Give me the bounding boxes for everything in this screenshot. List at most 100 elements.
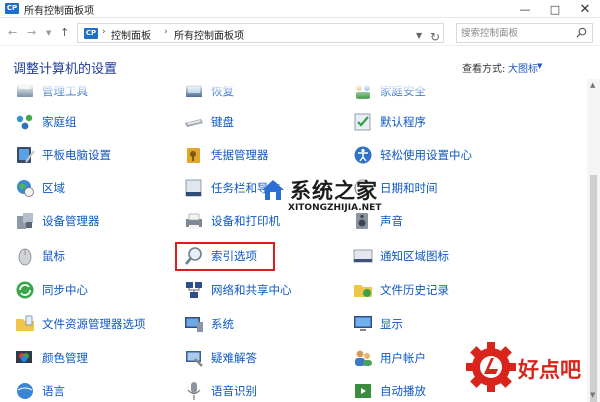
file-history-icon	[354, 285, 372, 297]
item-label: 文件历史记录	[380, 283, 449, 297]
administrative-tools-icon	[17, 84, 33, 97]
recent-dropdown-icon[interactable]: ▼	[46, 29, 51, 37]
control-panel-icon: CP	[5, 3, 19, 14]
item-mouse[interactable]: 鼠标	[14, 245, 65, 267]
item-label: 系统	[211, 317, 234, 331]
item-sync-center[interactable]: 同步中心	[14, 279, 88, 301]
taskbar-icon	[185, 179, 202, 197]
item-label: 平板电脑设置	[42, 148, 111, 162]
display-icon	[354, 316, 372, 331]
item-recovery[interactable]: 恢复	[183, 80, 234, 102]
item-file-history[interactable]: 文件历史记录	[352, 279, 449, 301]
color-management-icon	[16, 351, 32, 363]
search-input[interactable]	[461, 26, 571, 40]
page-title: 调整计算机的设置	[13, 62, 118, 77]
item-label: 默认程序	[380, 115, 426, 129]
item-user-accounts[interactable]: 用户帐户	[352, 347, 426, 369]
breadcrumb-control-panel[interactable]: 控制面板	[111, 27, 151, 42]
address-dropdown-icon[interactable]: ▼	[416, 31, 422, 40]
item-ease-of-access[interactable]: 轻松使用设置中心	[352, 144, 472, 166]
item-label: 鼠标	[42, 249, 65, 263]
item-troubleshooting[interactable]: 疑难解答	[183, 347, 257, 369]
item-label: 凭据管理器	[211, 148, 269, 162]
up-arrow-icon[interactable]: ↑	[60, 26, 69, 39]
item-speech-recognition[interactable]: 语音识别	[183, 380, 257, 402]
item-file-explorer-options[interactable]: 文件资源管理器选项	[14, 313, 146, 335]
printer-icon	[186, 213, 202, 229]
tablet-icon	[17, 147, 35, 163]
network-icon	[186, 282, 202, 298]
chevron-down-icon[interactable]: ▼	[537, 62, 542, 70]
minimize-button[interactable]: —	[510, 0, 540, 18]
item-network-sharing-center[interactable]: 网络和共享中心	[183, 279, 292, 301]
troubleshooting-icon	[186, 351, 203, 367]
item-default-programs[interactable]: 默认程序	[352, 111, 426, 133]
search-box[interactable]	[456, 23, 593, 43]
keyboard-icon	[185, 119, 203, 127]
folder-options-icon	[16, 315, 34, 331]
view-by-selector[interactable]: 大图标	[508, 60, 538, 75]
item-label: 自动播放	[380, 384, 426, 398]
recovery-icon	[186, 85, 202, 97]
item-label: 设备管理器	[42, 214, 100, 228]
refresh-icon[interactable]: ↻	[430, 30, 440, 44]
item-label: 家庭安全	[380, 84, 426, 98]
forward-arrow-icon[interactable]: →	[27, 26, 36, 39]
item-label: 语言	[42, 384, 65, 398]
item-label: 网络和共享中心	[211, 283, 292, 297]
item-label: 轻松使用设置中心	[380, 148, 472, 162]
search-icon[interactable]	[576, 27, 587, 38]
item-notification-area-icons[interactable]: 通知区域图标	[352, 245, 449, 267]
highlight-box	[175, 242, 275, 271]
autoplay-icon	[355, 384, 371, 398]
back-arrow-icon[interactable]: ←	[8, 26, 17, 39]
item-label: 用户帐户	[380, 351, 426, 365]
title-bar: CP 所有控制面板项 — □ ✕	[0, 0, 600, 18]
item-label: 通知区域图标	[380, 249, 449, 263]
maximize-button[interactable]: □	[540, 0, 570, 18]
system-icon	[185, 317, 203, 332]
item-family-safety[interactable]: 家庭安全	[352, 80, 426, 102]
family-safety-icon	[356, 85, 370, 99]
notification-area-icon	[353, 249, 373, 263]
item-label: 显示	[380, 317, 403, 331]
credential-manager-icon	[187, 148, 200, 163]
item-administrative-tools[interactable]: 管理工具	[14, 80, 88, 102]
item-display[interactable]: 显示	[352, 313, 403, 335]
watermark-url: XITONGZHIJIA.NET	[288, 203, 382, 213]
item-label: 恢复	[211, 84, 234, 98]
mouse-icon	[18, 248, 32, 266]
item-label: 疑难解答	[211, 351, 257, 365]
item-label: 语音识别	[211, 384, 257, 398]
ease-of-access-icon	[354, 146, 372, 164]
window-title: 所有控制面板项	[24, 6, 94, 17]
house-logo-icon	[262, 180, 284, 200]
globe-clock-icon	[17, 180, 34, 197]
microphone-icon	[187, 382, 201, 400]
item-credential-manager[interactable]: 凭据管理器	[183, 144, 269, 166]
item-autoplay[interactable]: 自动播放	[352, 380, 426, 402]
item-homegroup[interactable]: 家庭组	[14, 111, 77, 133]
default-programs-icon	[354, 113, 371, 131]
view-by-label: 查看方式:	[462, 64, 506, 75]
corner-watermark: 好点吧	[462, 336, 600, 402]
address-bar[interactable]: CP › 控制面板 › 所有控制面板项 ▼ ↻	[77, 23, 444, 44]
breadcrumb-separator: ›	[164, 27, 168, 37]
item-region[interactable]: 区域	[14, 177, 65, 199]
item-tablet-pc-settings[interactable]: 平板电脑设置	[14, 144, 111, 166]
breadcrumb-all-items[interactable]: 所有控制面板项	[174, 27, 244, 42]
item-label: 家庭组	[42, 115, 77, 129]
breadcrumb-separator: ›	[102, 27, 106, 37]
item-label: 键盘	[211, 115, 234, 129]
item-system[interactable]: 系统	[183, 313, 234, 335]
item-label: 文件资源管理器选项	[42, 317, 146, 331]
item-color-management[interactable]: 颜色管理	[14, 347, 88, 369]
scroll-up-icon[interactable]: ▲	[590, 81, 595, 89]
corner-brand-text: 好点吧	[518, 358, 581, 382]
site-watermark: 系统之家 XITONGZHIJIA.NET	[260, 173, 390, 219]
item-language[interactable]: 语言	[14, 380, 65, 402]
item-keyboard[interactable]: 键盘	[183, 111, 234, 133]
close-button[interactable]: ✕	[570, 0, 600, 18]
language-icon	[17, 383, 33, 399]
item-device-manager[interactable]: 设备管理器	[14, 210, 100, 232]
